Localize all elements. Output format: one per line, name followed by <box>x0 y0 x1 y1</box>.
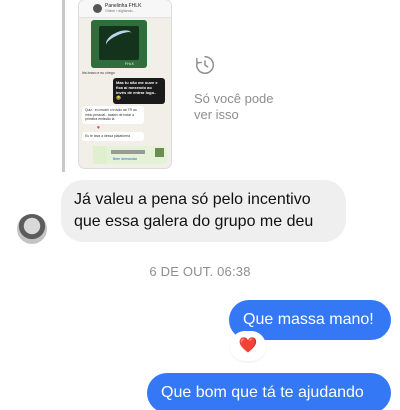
screenshot-attachment-icon <box>155 148 164 157</box>
received-message-bubble[interactable]: Já valeu a pena só pelo incentivo que es… <box>61 180 346 242</box>
contact-avatar[interactable] <box>17 214 47 244</box>
shared-screenshot: Panelinha FHLK Online • digitando... FHL… <box>79 0 171 168</box>
received-message-row: Já valeu a pena só pelo incentivo que es… <box>0 180 400 244</box>
shared-image-message[interactable]: Panelinha FHLK Online • digitando... FHL… <box>62 0 172 172</box>
view-once-icon <box>196 56 214 74</box>
view-once-label: Só você pode ver isso <box>194 91 274 122</box>
screenshot-avatar <box>93 4 102 13</box>
screenshot-light-bubble: Quiz.. eu mudei o trovão da TR ao meio p… <box>82 106 144 124</box>
screenshot-text-line: Iris bravo e eu chego <box>82 71 115 75</box>
screenshot-media-tag: FHLK <box>125 62 134 66</box>
sent-message-bubble-2[interactable]: Que bom que tá te ajudando <box>147 373 391 410</box>
message-thread: Panelinha FHLK Online • digitando... FHL… <box>0 0 400 410</box>
screenshot-media: FHLK <box>91 20 147 68</box>
screenshot-dark-bubble: Mas tu não me ouve e fica aí mexendo ao … <box>113 78 165 104</box>
screenshot-attachment: Bem demandar <box>107 146 167 164</box>
screenshot-light-bubble-2: Eu te tava a dessa plataforma <box>82 132 144 141</box>
screenshot-chat-header: Panelinha FHLK Online • digitando... <box>79 0 171 18</box>
screenshot-chat-subtitle: Online • digitando... <box>105 9 136 13</box>
message-timestamp: 6 DE OUT. 06:38 <box>149 264 251 279</box>
screenshot-heart-icon: ♥ <box>97 125 100 131</box>
screenshot-attachment-text: Bem demandar <box>113 157 137 161</box>
heart-reaction-icon[interactable]: ❤️ <box>232 333 264 359</box>
